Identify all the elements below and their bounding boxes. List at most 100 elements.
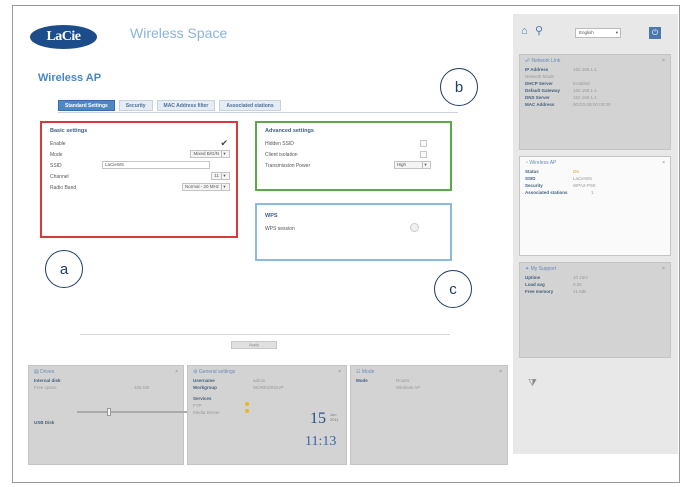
support-row: Free memory 21 MB (520, 288, 670, 295)
close-icon[interactable]: × (175, 369, 178, 375)
tab-mac-address-filter[interactable]: MAC Address filter (156, 100, 216, 111)
wireless-widget-header: ◔ Wireless AP × (520, 157, 670, 168)
network-value: 192.168.1.1 (573, 88, 597, 93)
wireless-key: Status (525, 169, 539, 174)
tab-bar: Standard Settings Security MAC Address f… (58, 100, 281, 111)
wireless-value: On (573, 169, 580, 174)
support-widget: ✦ My Support × Uptime 1h 15m Load avg 0.05… (519, 262, 671, 358)
drives-widget-header: ▤ Drives × (29, 366, 183, 377)
language-select[interactable]: English ▾ (575, 28, 621, 38)
mode-widget-sub: Wireless AP (396, 385, 421, 390)
general-row: Services (188, 395, 346, 402)
network-key: IP Address (525, 67, 549, 72)
callout-a: a (45, 250, 83, 288)
network-row: Default Gateway 192.168.1.1 (520, 87, 670, 94)
language-value: English (579, 30, 594, 35)
mode-widget-value: Router (396, 378, 410, 383)
network-key: DNS Server (525, 95, 550, 100)
network-row: IP Address 192.168.1.1 (520, 66, 670, 73)
callout-c: c (434, 270, 472, 308)
network-value: 00:D0:4B:00:00:00 (573, 102, 611, 107)
wps-outline (255, 203, 452, 261)
tab-divider (58, 112, 458, 113)
app-title: Wireless Space (130, 25, 228, 41)
chevron-down-icon: ▾ (615, 30, 618, 35)
tab-security[interactable]: Security (118, 100, 153, 111)
basic-settings-outline (40, 121, 238, 238)
support-value: 0.05 (573, 282, 582, 287)
close-icon[interactable]: × (662, 266, 665, 272)
drives-row: Free space 100 GB (29, 384, 183, 391)
mode-row: Wireless AP (351, 384, 507, 391)
workgroup-value: WORKGROUP (253, 385, 284, 390)
callout-b: b (440, 68, 478, 106)
network-row: MAC Address 00:D0:4B:00:00:00 (520, 101, 670, 108)
support-row: Load avg 0.05 (520, 281, 670, 288)
service-1: FTP (193, 403, 202, 408)
mode-widget-header: ☷ Mode × (351, 366, 507, 377)
network-key: Network Mode (525, 74, 555, 79)
network-widget: ☍ Network Link × IP Address 192.168.1.1 N… (519, 54, 671, 150)
tab-associated-stations[interactable]: Associated stations (219, 100, 281, 111)
mode-widget: ☷ Mode × Mode Router Wireless AP (350, 365, 508, 465)
general-row: Workgroup WORKGROUP (188, 384, 346, 391)
mode-row: Mode Router (351, 377, 507, 384)
advanced-settings-outline (255, 121, 452, 191)
filter-icon[interactable]: ⧩ (528, 378, 537, 389)
general-widget-header: ⚙ General settings × (188, 366, 346, 377)
disk-usage-track (77, 411, 187, 413)
wireless-widget: ◔ Wireless AP × Status On SSID LaCieWS Sec… (519, 156, 671, 256)
mode-widget-label: Mode (356, 378, 368, 383)
general-row: FTP (188, 402, 346, 409)
internal-disk-sub: Free space (34, 385, 57, 390)
network-value: 192.168.1.1 (573, 67, 597, 72)
username-label: Username (193, 378, 215, 383)
apply-button[interactable]: Apply (231, 341, 277, 349)
wireless-key: Associated stations (525, 190, 568, 195)
status-dot-icon (245, 409, 249, 413)
search-icon[interactable]: ⚲ (535, 26, 546, 37)
network-key: Default Gateway (525, 88, 561, 93)
username-value: admin (253, 378, 266, 383)
support-widget-header: ✦ My Support × (520, 263, 670, 274)
disk-usage-handle[interactable] (107, 408, 111, 416)
network-row: DNS Server 192.168.1.1 (520, 94, 670, 101)
status-dot-icon (245, 402, 249, 406)
support-key: Uptime (525, 275, 541, 280)
clock-day: 15 (310, 410, 326, 427)
mode-spacer (356, 384, 396, 391)
general-widget-title: General settings (198, 368, 236, 375)
wireless-row: Status On (520, 168, 670, 175)
wireless-widget-title: Wireless AP (529, 159, 557, 166)
wireless-value: LaCieWS (573, 176, 593, 181)
tab-standard-settings[interactable]: Standard Settings (58, 100, 115, 111)
wireless-row: Security WPA2-PSK (520, 182, 670, 189)
network-value: Enabled (573, 81, 590, 86)
support-widget-title: My Support (530, 265, 557, 272)
network-key: MAC Address (525, 102, 555, 107)
network-widget-header: ☍ Network Link × (520, 55, 670, 66)
drives-row: USB Disk (29, 419, 183, 426)
network-row: Network Mode (520, 73, 670, 80)
drives-widget-title: Drives (40, 368, 55, 375)
logout-icon[interactable]: ⏻ (649, 27, 661, 39)
network-value: 192.168.1.1 (573, 95, 597, 100)
services-label: Services (193, 396, 212, 401)
support-key: Free memory (525, 289, 554, 294)
internal-disk-label: Internal disk (34, 378, 61, 383)
close-icon[interactable]: × (338, 369, 341, 375)
drives-row: Internal disk (29, 377, 183, 384)
general-row: Username admin (188, 377, 346, 384)
close-icon[interactable]: × (662, 160, 665, 166)
network-row: DHCP Server Enabled (520, 80, 670, 87)
close-icon[interactable]: × (662, 58, 665, 64)
network-key: DHCP Server (525, 81, 553, 86)
page-title: Wireless AP (38, 72, 102, 84)
wireless-key: SSID (525, 176, 536, 181)
clock-month: Jun 2011 (330, 412, 339, 422)
general-settings-widget: ⚙ General settings × Username admin Workg… (187, 365, 347, 465)
support-value: 1h 15m (573, 275, 589, 280)
right-sidebar: ⌂ ⚲ English ▾ ⏻ ☍ Network Link × IP Addr… (513, 14, 678, 454)
home-icon[interactable]: ⌂ (521, 26, 532, 37)
close-icon[interactable]: × (499, 369, 502, 375)
